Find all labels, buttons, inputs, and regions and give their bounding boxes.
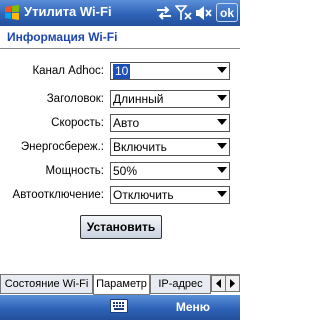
connectivity-icon[interactable] [155,5,173,21]
power-level-select[interactable]: 50% [110,162,230,180]
title-bar: Утилита Wi-Fi ok [0,0,240,26]
set-button[interactable]: Установить [80,215,162,239]
auto-off-select[interactable]: Отключить [110,186,230,204]
chevron-left-icon [216,279,221,288]
chevron-down-icon [217,191,227,197]
adhoc-channel-select[interactable]: 10 [110,62,230,80]
power-saving-select[interactable]: Включить [110,138,230,156]
adhoc-channel-label: Канал Adhoc: [32,65,104,77]
tab-scroll-left-button[interactable] [211,275,226,292]
chevron-down-icon [217,67,227,73]
chevron-down-icon [217,95,227,101]
chevron-down-icon [217,167,227,173]
window-title: Утилита Wi-Fi [24,4,112,19]
adhoc-channel-value: 10 [113,64,131,79]
chevron-down-icon [217,119,227,125]
divider [0,48,240,49]
power-saving-label: Энергосбереж.: [20,141,104,153]
keyboard-icon[interactable] [110,299,128,313]
menu-softkey[interactable]: Меню [176,300,210,314]
auto-off-label: Автоотключение: [12,189,104,201]
power-saving-value: Включить [113,140,167,154]
tab-wifi-status[interactable]: Состояние Wi-Fi [0,275,93,294]
tab-parameters[interactable]: Параметр [93,275,150,295]
tab-ip-address[interactable]: IP-адрес [150,275,211,294]
chevron-down-icon [217,143,227,149]
section-title: Информация Wi-Fi [7,30,118,44]
chevron-right-icon [230,279,235,288]
speed-value: Авто [113,116,140,130]
speed-select[interactable]: Авто [110,114,230,132]
preamble-label: Заголовок: [46,93,104,105]
ok-button[interactable]: ok [216,3,238,22]
signal-off-icon[interactable] [175,5,193,21]
speed-label: Скорость: [51,117,104,129]
preamble-value: Длинный [113,92,164,106]
power-level-label: Мощность: [45,165,104,177]
speaker-muted-icon[interactable] [195,5,213,21]
preamble-select[interactable]: Длинный [110,90,230,108]
bottom-menu-bar: Меню [0,295,240,320]
windows-logo-icon[interactable] [3,4,21,22]
auto-off-value: Отключить [113,188,174,202]
tab-scroll-right-button[interactable] [225,275,240,292]
power-level-value: 50% [113,164,138,178]
